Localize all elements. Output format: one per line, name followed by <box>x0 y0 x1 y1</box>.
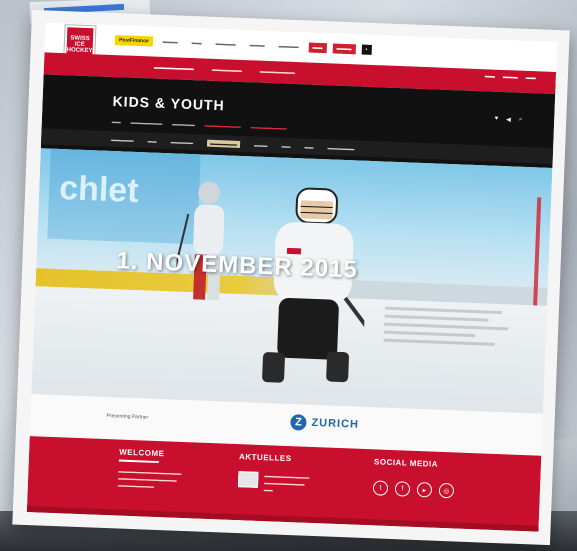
subnav-item[interactable]: ▬▬▬▬▬ <box>172 121 195 127</box>
logo-text: SWISS ICE HOCKEY <box>66 35 93 55</box>
utility-nav: ▬▬ ▬▬▬ ▬▬ <box>485 73 536 81</box>
utility-link[interactable]: ▬▬▬ <box>503 74 518 81</box>
news-text: ▬▬▬▬▬▬▬▬▬▬ ▬▬▬▬▬▬▬▬▬ ▬▬ <box>263 473 310 493</box>
subnav-item[interactable]: ▬▬▬▬▬▬▬▬ <box>205 123 241 129</box>
sponsor-logo[interactable]: ▬▬▬ <box>158 37 181 48</box>
social-icons: t f ▸ ◎ <box>372 480 455 499</box>
hero-overlay-text <box>383 302 515 352</box>
subnav-item-active[interactable]: ▬▬▬▬▬▬ <box>206 139 241 148</box>
utility-link[interactable]: ▬▬ <box>526 75 536 81</box>
twitter-icon[interactable]: t <box>372 480 389 496</box>
news-thumbnail <box>237 471 259 488</box>
zurich-z-icon: Z <box>290 414 307 431</box>
sponsor-logo[interactable]: ▬▬▬▬ <box>274 41 302 52</box>
sponsor-logo[interactable]: ▬▬ <box>187 38 205 49</box>
footer-welcome-title: WELCOME <box>119 447 165 459</box>
subnav-item[interactable]: ▬▬▬▬▬▬▬ <box>131 120 163 126</box>
footer-social-title: SOCIAL MEDIA <box>373 457 439 469</box>
subnav-item[interactable]: ▬▬▬▬▬ <box>171 139 194 145</box>
youtube-icon[interactable]: ▸ <box>416 481 433 498</box>
instagram-icon[interactable]: ◎ <box>438 482 455 499</box>
subnav-item[interactable]: ▬▬▬▬▬▬▬▬ <box>251 124 287 130</box>
main-nav-item[interactable]: ▬▬▬▬▬▬ <box>212 67 242 74</box>
footer-bottom-bar <box>26 506 539 532</box>
footer-news: AKTUELLES ▬▬▬▬▬▬▬▬▬▬ ▬▬▬▬▬▬▬▬▬ ▬▬ <box>237 452 335 496</box>
footer-social: SOCIAL MEDIA t f ▸ ◎ <box>372 457 455 499</box>
sponsor-logo[interactable]: PostFinance <box>114 35 153 47</box>
footer-welcome-text: ▬▬▬▬▬▬▬▬▬▬▬▬▬▬ ▬▬▬▬▬▬▬▬▬▬▬▬▬ ▬▬▬▬▬▬▬▬ <box>117 468 182 489</box>
zurich-logo[interactable]: Z ZURICH <box>290 414 359 433</box>
footer-news-title: AKTUELLES <box>238 452 292 464</box>
main-nav-item[interactable]: ▬▬▬▬▬▬▬ <box>260 69 295 76</box>
section-title: KIDS & YOUTH <box>112 93 225 114</box>
arena-sign-text: chlet <box>58 169 140 211</box>
share-icon[interactable]: ◀ <box>506 116 511 123</box>
subnav-item[interactable]: ▬▬ <box>281 143 290 148</box>
facebook-icon[interactable]: f <box>394 481 411 497</box>
zurich-wordmark: ZURICH <box>311 416 360 431</box>
heart-icon[interactable]: ♥ <box>495 116 499 123</box>
main-nav-item[interactable]: ▬▬▬▬▬▬▬▬ <box>154 65 194 73</box>
sponsor-logo[interactable]: ▬▬▬ <box>245 40 268 51</box>
kid-player-image <box>262 187 370 414</box>
section-subnav: ▬▬ ▬▬▬▬▬▬▬ ▬▬▬▬▬ ▬▬▬▬▬▬▬▬ ▬▬▬▬▬▬▬▬ <box>112 119 287 131</box>
utility-link[interactable]: ▬▬ <box>485 73 495 79</box>
hero-banner[interactable]: chlet 1. NOVEMBER 2015 <box>31 148 553 414</box>
footer-welcome: WELCOME ▬▬▬▬▬▬▬▬▬▬▬▬▬▬ ▬▬▬▬▬▬▬▬▬▬▬▬▬ ▬▬▬▬▬… <box>118 448 210 492</box>
subnav-item[interactable]: ▬▬▬ <box>254 142 268 148</box>
sponsor-logo[interactable]: ▬▬▬ <box>332 43 356 55</box>
subnav-item[interactable]: ▬▬ <box>304 144 313 149</box>
sponsor-logo[interactable]: ▪ <box>361 44 372 55</box>
header-icons: ♥ ◀ ⌕ <box>495 116 523 124</box>
subnav-item[interactable]: ▬▬ <box>148 138 157 143</box>
news-item[interactable]: ▬▬▬▬▬▬▬▬▬▬ ▬▬▬▬▬▬▬▬▬ ▬▬ <box>237 471 335 496</box>
subnav-item[interactable]: ▬▬▬▬▬ <box>111 136 134 142</box>
sponsor-logo[interactable]: ▬▬ <box>308 42 327 54</box>
subnav-item[interactable]: ▬▬ <box>112 119 121 124</box>
website: SWISS ICE HOCKEY PostFinance ▬▬▬ ▬▬ ▬▬▬▬… <box>26 22 558 532</box>
presenting-label: Presenting Partner <box>106 413 149 421</box>
search-icon[interactable]: ⌕ <box>519 117 523 124</box>
footer-divider <box>118 459 159 464</box>
sponsor-logo[interactable]: ▬▬▬▬ <box>211 39 239 50</box>
subnav-item[interactable]: ▬▬▬▬▬▬ <box>327 145 354 151</box>
printed-webpage: SWISS ICE HOCKEY PostFinance ▬▬▬ ▬▬ ▬▬▬▬… <box>12 9 570 546</box>
